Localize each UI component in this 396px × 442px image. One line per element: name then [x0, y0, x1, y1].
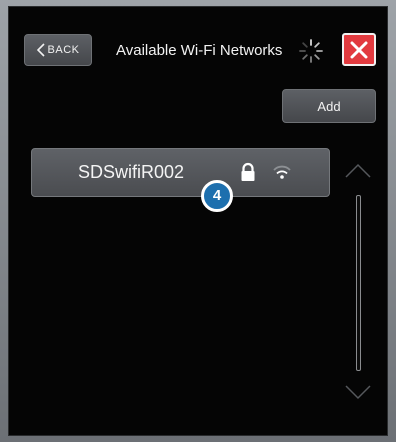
add-network-button[interactable]: Add [282, 89, 376, 123]
network-ssid: SDSwifiR002 [78, 162, 185, 182]
chevron-down-icon[interactable] [344, 383, 372, 401]
chevron-left-icon [36, 43, 45, 57]
network-list-item[interactable]: SDSwifiR002 [31, 148, 330, 197]
screen [8, 6, 388, 436]
back-button[interactable]: BACK [24, 34, 92, 66]
scrollbar-track[interactable] [356, 195, 361, 371]
close-icon [350, 41, 368, 58]
chevron-up-icon[interactable] [344, 162, 372, 180]
step-number-badge: 4 [201, 180, 233, 212]
spinner-icon [299, 39, 323, 63]
lock-icon [241, 162, 255, 181]
page-title: Available Wi-Fi Networks [116, 42, 283, 59]
wifi-signal-icon [273, 165, 291, 179]
close-button[interactable] [342, 33, 376, 66]
back-label: BACK [47, 44, 80, 56]
